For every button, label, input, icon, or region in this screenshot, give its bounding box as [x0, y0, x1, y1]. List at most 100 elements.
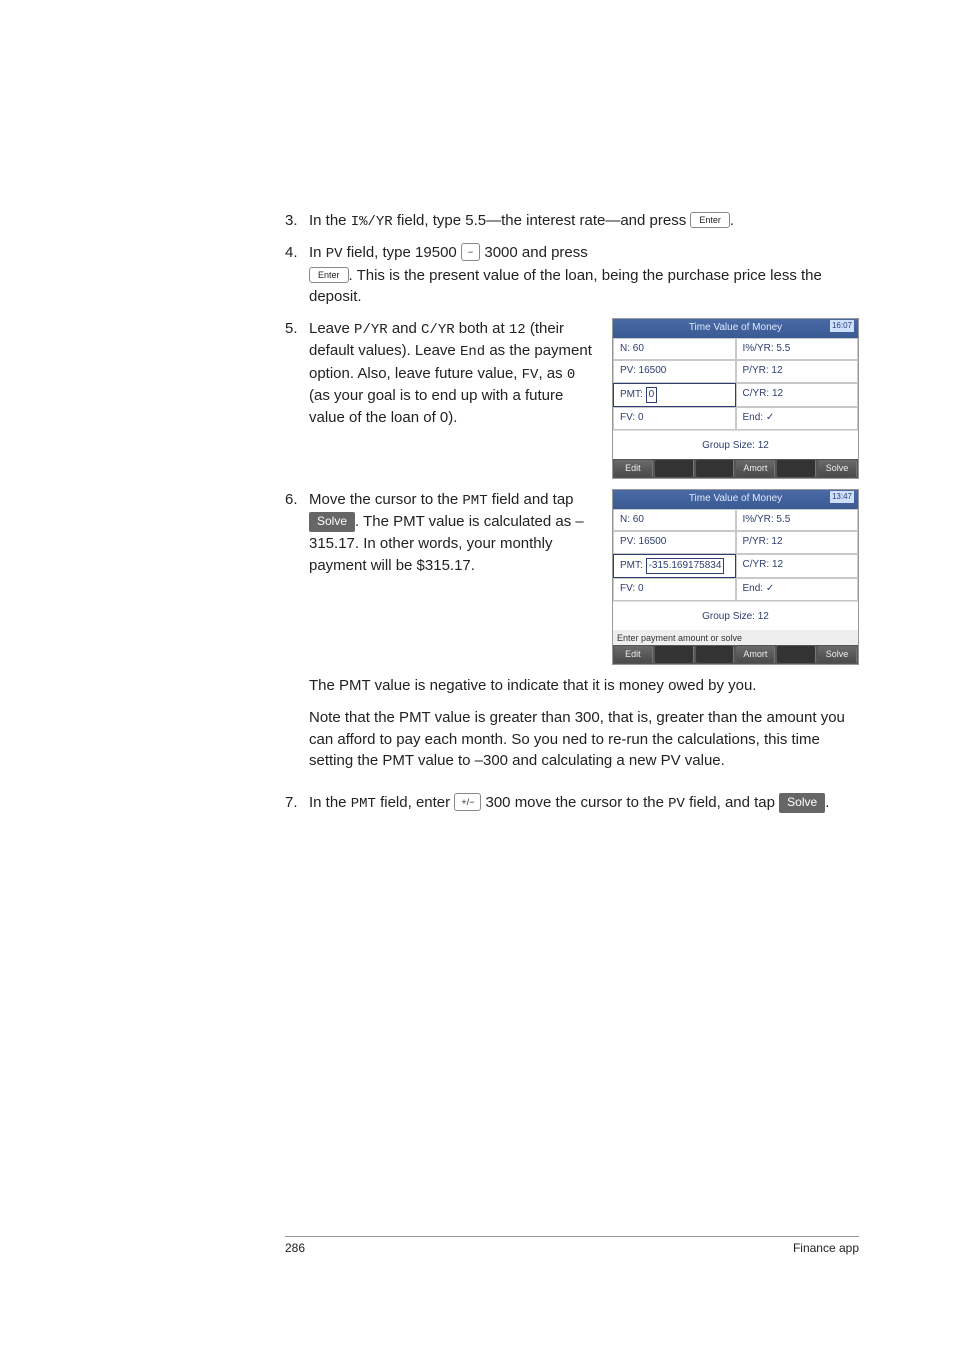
field-name: C/YR: [421, 322, 455, 338]
field-name: PMT: [351, 796, 376, 812]
step-body: In the PMT field, enter +/− 300 move the…: [309, 792, 859, 814]
field-name: PMT: [462, 493, 487, 509]
menu-solve: Solve: [818, 460, 857, 477]
step-6: 6. Move the cursor to the PMT field and …: [285, 489, 859, 782]
calculator-screen-1: Time Value of Money 16:07 N: 60 I%/YR: 5…: [612, 318, 859, 479]
cell-cyr: C/YR: 12: [736, 554, 859, 579]
text: 3000 and press: [480, 244, 588, 261]
cell-end: End: ✓: [736, 578, 859, 601]
text: In the: [309, 794, 351, 811]
pmt-label: PMT:: [620, 389, 643, 400]
screen-titlebar: Time Value of Money 16:07: [613, 319, 858, 338]
value: 0: [567, 367, 575, 383]
text: , as: [538, 365, 566, 382]
page-footer: 286 Finance app: [285, 1236, 859, 1255]
step-number: 5.: [285, 318, 309, 479]
cell-pmt: PMT: 0: [613, 383, 736, 408]
pmt-label: PMT:: [620, 560, 643, 571]
menu-blank: .: [777, 646, 816, 663]
group-size: Group Size: 12: [613, 430, 858, 460]
cell-iyr: I%/YR: 5.5: [736, 338, 859, 361]
menu-edit: Edit: [614, 646, 653, 663]
menu-blank: .: [696, 460, 735, 477]
menu-amort: Amort: [736, 646, 775, 663]
negate-key-icon: +/−: [454, 793, 481, 811]
cell-n: N: 60: [613, 509, 736, 532]
step-7: 7. In the PMT field, enter +/− 300 move …: [285, 792, 859, 814]
step-4: 4. In PV field, type 19500 − 3000 and pr…: [285, 242, 859, 308]
text: field, enter: [376, 794, 454, 811]
text: Leave: [309, 320, 354, 337]
text: .: [825, 794, 829, 811]
menu-amort: Amort: [736, 460, 775, 477]
cell-pyr: P/YR: 12: [736, 360, 859, 383]
group-size: Group Size: 12: [613, 601, 858, 631]
screen-menu: Edit . . Amort . Solve: [613, 459, 858, 478]
step-5: 5. Leave P/YR and C/YR both at 12 (their…: [285, 318, 859, 479]
section-name: Finance app: [793, 1241, 859, 1255]
text: (as your goal is to end up with a future…: [309, 387, 563, 426]
pmt-value: 0: [646, 387, 658, 404]
enter-key-icon: Enter: [690, 212, 730, 228]
cell-fv: FV: 0: [613, 578, 736, 601]
paragraph: The PMT value is negative to indicate th…: [309, 675, 859, 697]
field-name: I%/YR: [351, 214, 393, 230]
cell-iyr: I%/YR: 5.5: [736, 509, 859, 532]
step-body: In the I%/YR field, type 5.5—the interes…: [309, 210, 859, 232]
text: field, type 19500: [343, 244, 461, 261]
text: field, type 5.5—the interest rate—and pr…: [393, 212, 691, 229]
screen-title: Time Value of Money: [689, 322, 782, 333]
step-body: Leave P/YR and C/YR both at 12 (their de…: [309, 318, 859, 479]
menu-blank: .: [777, 460, 816, 477]
text: .: [730, 212, 734, 229]
cell-pv: PV: 16500: [613, 360, 736, 383]
screen-clock: 13:47: [830, 491, 854, 503]
pmt-value: -315.169175834: [646, 558, 725, 575]
paragraph: Note that the PMT value is greater than …: [309, 707, 859, 772]
screen-hint: Enter payment amount or solve: [613, 630, 858, 645]
field-name: PV: [668, 796, 685, 812]
cell-fv: FV: 0: [613, 407, 736, 430]
step-number: 4.: [285, 242, 309, 308]
text: field, and tap: [685, 794, 779, 811]
enter-key-icon: Enter: [309, 267, 349, 283]
cell-end: End: ✓: [736, 407, 859, 430]
screen-menu: Edit . . Amort . Solve: [613, 645, 858, 664]
solve-softkey: Solve: [779, 793, 825, 812]
step-3: 3. In the I%/YR field, type 5.5—the inte…: [285, 210, 859, 232]
calculator-screen-2: Time Value of Money 13:47 N: 60 I%/YR: 5…: [612, 489, 859, 665]
screen-clock: 16:07: [830, 320, 854, 332]
field-name: P/YR: [354, 322, 388, 338]
text: In the: [309, 212, 351, 229]
menu-blank: .: [655, 646, 694, 663]
field-name: PV: [326, 246, 343, 262]
menu-solve: Solve: [818, 646, 857, 663]
step-number: 6.: [285, 489, 309, 782]
text: and: [388, 320, 421, 337]
step-body: In PV field, type 19500 − 3000 and press…: [309, 242, 859, 308]
step-number: 3.: [285, 210, 309, 232]
step-body: Move the cursor to the PMT field and tap…: [309, 489, 859, 782]
text: field and tap: [488, 491, 574, 508]
text: In: [309, 244, 326, 261]
cell-cyr: C/YR: 12: [736, 383, 859, 408]
page-number: 286: [285, 1241, 305, 1255]
text: 300 move the cursor to the: [481, 794, 668, 811]
text: Move the cursor to the: [309, 491, 462, 508]
menu-edit: Edit: [614, 460, 653, 477]
solve-softkey: Solve: [309, 512, 355, 531]
field-name: FV: [522, 367, 539, 383]
cell-n: N: 60: [613, 338, 736, 361]
cell-pmt: PMT: -315.169175834: [613, 554, 736, 579]
value: 12: [509, 322, 526, 338]
menu-blank: .: [655, 460, 694, 477]
field-name: End: [460, 344, 485, 360]
cell-pyr: P/YR: 12: [736, 531, 859, 554]
screen-title: Time Value of Money: [689, 493, 782, 504]
minus-key-icon: −: [461, 243, 480, 261]
cell-pv: PV: 16500: [613, 531, 736, 554]
screen-titlebar: Time Value of Money 13:47: [613, 490, 858, 509]
text: both at: [455, 320, 509, 337]
step-number: 7.: [285, 792, 309, 814]
text: . This is the present value of the loan,…: [309, 267, 822, 306]
